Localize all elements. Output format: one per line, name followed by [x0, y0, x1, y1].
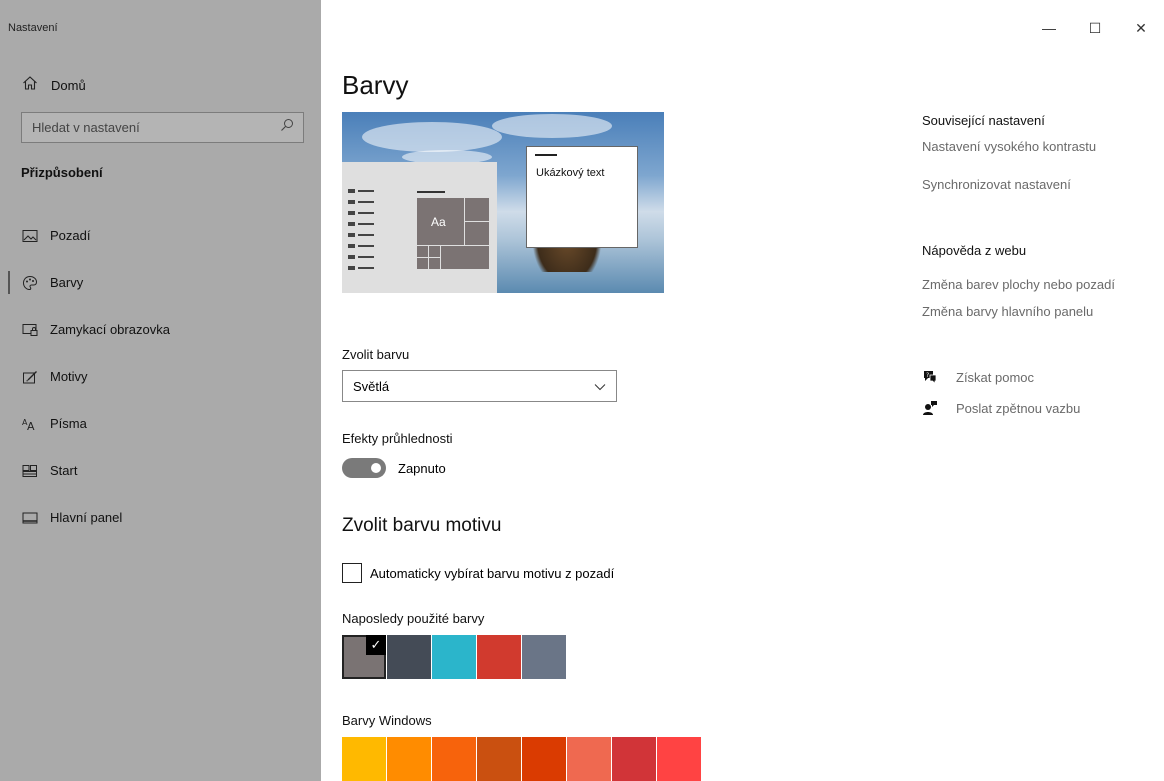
recent-colors-label: Naposledy použité barvy [342, 611, 485, 626]
sidebar-item-hlavni-panel[interactable]: Hlavní panel [0, 494, 321, 541]
close-button[interactable]: ✕ [1118, 14, 1164, 42]
windows-colors [342, 737, 702, 781]
fonts-icon: AA [22, 416, 38, 432]
preview-tile [429, 246, 440, 257]
recent-color-swatch[interactable] [432, 635, 476, 679]
windows-color-swatch[interactable] [342, 737, 386, 781]
windows-color-swatch[interactable] [387, 737, 431, 781]
nav-home[interactable]: Domů [0, 68, 321, 102]
transparency-toggle[interactable] [342, 458, 386, 478]
auto-accent-checkbox[interactable] [342, 563, 362, 583]
start-icon [22, 463, 38, 479]
choose-color-select[interactable]: Světlá [342, 370, 617, 402]
sidebar-item-label: Zamykací obrazovka [50, 322, 170, 337]
sidebar-item-label: Písma [50, 416, 87, 431]
svg-text:A: A [27, 420, 35, 432]
search-icon[interactable] [280, 118, 294, 137]
windows-color-swatch[interactable] [612, 737, 656, 781]
picture-icon [22, 228, 38, 244]
preview-window: Ukázkový text [526, 146, 638, 248]
sidebar-item-label: Pozadí [50, 228, 91, 243]
app-title: Nastavení [8, 22, 58, 34]
preview-sample-text: Ukázkový text [536, 167, 605, 179]
transparency-label: Efekty průhlednosti [342, 431, 453, 446]
windows-color-swatch[interactable] [432, 737, 476, 781]
sidebar-item-start[interactable]: Start [0, 447, 321, 494]
recent-color-swatch[interactable]: ✓ [342, 635, 386, 679]
search-box[interactable] [21, 112, 304, 143]
preview-tile-large: Aa [417, 198, 464, 245]
help-link-taskbar-color[interactable]: Změna barvy hlavního panelu [922, 304, 1093, 319]
auto-accent-row: Automaticky vybírat barvu motivu z pozad… [342, 563, 614, 583]
sidebar: Nastavení Domů Přizpůsobení Pozadí Barvy [0, 0, 321, 781]
page-title: Barvy [342, 70, 409, 100]
preview-tile-text: Aa [431, 215, 446, 229]
preview-cloud [362, 122, 502, 152]
preview-tile [465, 198, 489, 221]
search-input[interactable] [32, 120, 280, 135]
sidebar-item-label: Barvy [50, 275, 84, 290]
preview-tile [417, 258, 428, 269]
nav-list: Pozadí Barvy Zamykací obrazovka Motivy A… [0, 212, 321, 541]
windows-color-swatch[interactable] [657, 737, 701, 781]
palette-icon [22, 275, 38, 291]
maximize-button[interactable]: ☐ [1072, 14, 1118, 42]
chevron-down-icon [594, 379, 606, 394]
windows-color-swatch[interactable] [567, 737, 611, 781]
sidebar-item-label: Start [50, 463, 78, 478]
home-icon [22, 75, 38, 96]
preview-tile [465, 222, 489, 245]
recent-color-swatch[interactable] [477, 635, 521, 679]
preview-cloud [492, 114, 612, 138]
taskbar-icon [22, 510, 38, 526]
web-help-heading: Nápověda z webu [922, 243, 1027, 258]
window-controls: — ☐ ✕ [1026, 14, 1164, 42]
get-help-label: Získat pomoc [956, 369, 1035, 385]
minimize-button[interactable]: — [1026, 14, 1072, 42]
high-contrast-link[interactable]: Nastavení vysokého kontrastu [922, 139, 1096, 154]
windows-color-swatch[interactable] [477, 737, 521, 781]
accent-color-heading: Zvolit barvu motivu [342, 515, 502, 536]
preview-tile [441, 246, 489, 269]
themes-icon [22, 369, 38, 385]
recent-color-swatch[interactable] [522, 635, 566, 679]
sidebar-item-zamykaci-obrazovka[interactable]: Zamykací obrazovka [0, 306, 321, 353]
color-preview: Aa Ukázkový text [342, 112, 664, 293]
related-settings-heading: Související nastavení [922, 113, 1045, 128]
transparency-toggle-row: Zapnuto [342, 458, 446, 478]
windows-color-swatch[interactable] [522, 737, 566, 781]
checkmark-icon: ✓ [366, 635, 386, 655]
preview-tile [417, 246, 428, 257]
sidebar-item-pozadi[interactable]: Pozadí [0, 212, 321, 259]
nav-home-label: Domů [51, 77, 86, 93]
sidebar-item-pisma[interactable]: AA Písma [0, 400, 321, 447]
preview-tile [429, 258, 440, 269]
transparency-state: Zapnuto [398, 460, 446, 476]
help-chat-icon: ? [922, 369, 938, 385]
toggle-knob [371, 463, 381, 473]
sidebar-item-label: Motivy [50, 369, 88, 384]
sidebar-item-label: Hlavní panel [50, 510, 123, 525]
choose-color-value: Světlá [353, 378, 390, 394]
recent-color-swatch[interactable] [387, 635, 431, 679]
sidebar-item-motivy[interactable]: Motivy [0, 353, 321, 400]
preview-app-list [348, 189, 378, 277]
sidebar-section-label: Přizpůsobení [21, 165, 103, 180]
preview-tiles: Aa [417, 198, 489, 283]
feedback-label: Poslat zpětnou vazbu [956, 400, 1081, 416]
preview-tile-header [417, 191, 445, 193]
feedback-icon [922, 400, 938, 416]
lock-screen-icon [22, 322, 38, 338]
sidebar-item-barvy[interactable]: Barvy [0, 259, 321, 306]
feedback-link[interactable]: Poslat zpětnou vazbu [922, 400, 1080, 416]
windows-colors-label: Barvy Windows [342, 713, 432, 728]
choose-color-label: Zvolit barvu [342, 347, 410, 362]
svg-text:?: ? [926, 372, 929, 379]
help-link-desktop-colors[interactable]: Změna barev plochy nebo pozadí [922, 277, 1115, 292]
recent-colors: ✓ [342, 635, 567, 679]
preview-window-bar [535, 154, 557, 156]
auto-accent-label[interactable]: Automaticky vybírat barvu motivu z pozad… [370, 566, 614, 581]
sync-settings-link[interactable]: Synchronizovat nastavení [922, 177, 1071, 192]
get-help-link[interactable]: ? Získat pomoc [922, 369, 1034, 385]
